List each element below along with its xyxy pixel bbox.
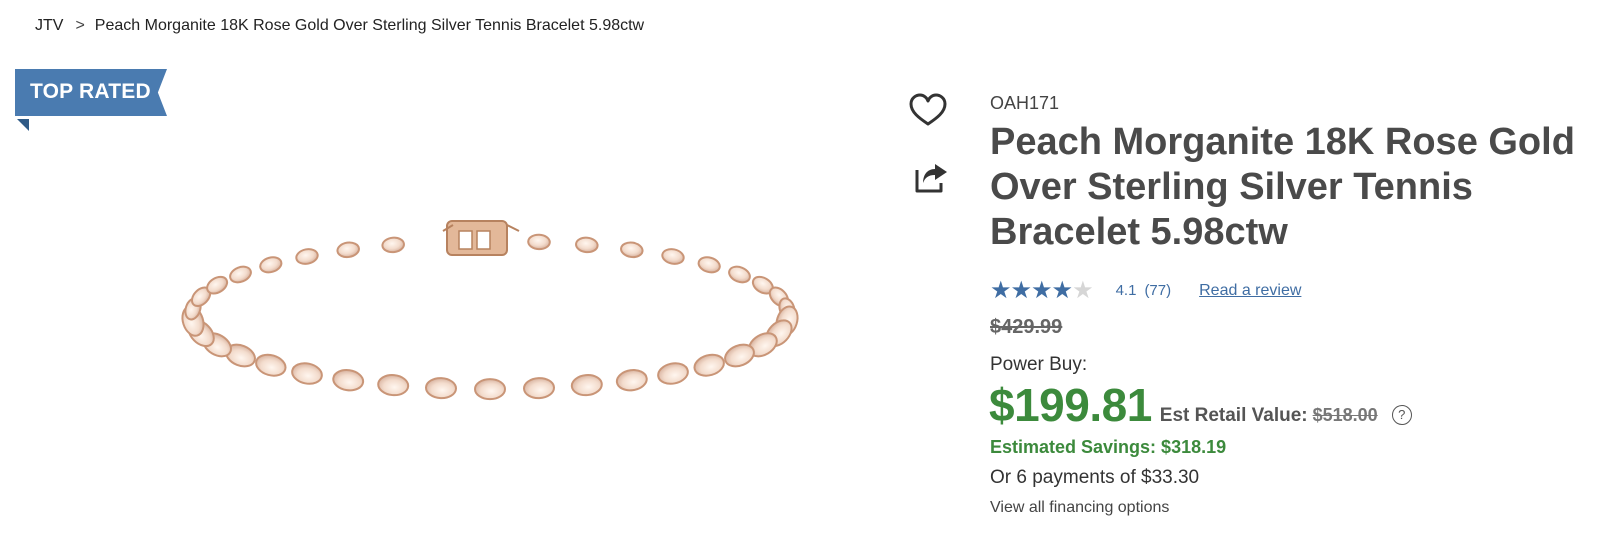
rating-row: ★ ★ ★ ★ ★ 4.1 (77) Read a review <box>990 276 1301 305</box>
est-retail-label: Est Retail Value: <box>1159 405 1308 426</box>
product-image[interactable] <box>175 215 805 405</box>
bracelet-gem <box>336 241 360 259</box>
bracelet-clasp <box>442 220 520 256</box>
bracelet-gem <box>255 353 287 377</box>
rating-stars: ★ ★ ★ ★ ★ <box>990 276 1094 305</box>
star-empty-icon: ★ <box>1072 277 1093 304</box>
view-financing-link[interactable]: View all financing options <box>990 499 1169 517</box>
bracelet-gem <box>425 377 457 400</box>
rating-count[interactable]: (77) <box>1144 282 1171 299</box>
bracelet-gem <box>377 374 410 397</box>
bracelet-gem <box>229 265 252 284</box>
bracelet-gem <box>697 256 721 274</box>
breadcrumb-home-link[interactable]: JTV <box>35 17 63 34</box>
top-rated-badge-label: TOP RATED <box>30 80 151 103</box>
star-filled-icon: ★ <box>990 277 1011 304</box>
bracelet-gem <box>474 378 506 401</box>
product-title: Peach Morganite 18K Rose Gold Over Sterl… <box>990 121 1575 253</box>
price-row: $199.81 Est Retail Value: $518.00 ? <box>989 378 1412 432</box>
read-review-link[interactable]: Read a review <box>1199 282 1301 300</box>
payment-plan: Or 6 payments of $33.30 <box>990 467 1200 488</box>
breadcrumb: JTV > Peach Morganite 18K Rose Gold Over S… <box>35 17 644 35</box>
bracelet-gem <box>728 265 751 284</box>
breadcrumb-separator: > <box>75 17 85 34</box>
bracelet-gem <box>291 362 323 385</box>
bracelet-gem <box>381 236 405 254</box>
badge-fold <box>17 119 29 131</box>
top-rated-badge: TOP RATED <box>15 69 167 116</box>
heart-icon[interactable] <box>909 93 947 127</box>
star-filled-icon: ★ <box>1051 277 1073 304</box>
estimated-savings: Estimated Savings: $318.19 <box>990 437 1227 457</box>
bracelet-gem <box>332 369 365 392</box>
rating-value: 4.1 <box>1115 282 1137 299</box>
bracelet-gem <box>657 362 689 385</box>
bracelet-gem <box>615 369 648 392</box>
bracelet-gem <box>527 233 551 251</box>
bracelet-gem <box>570 374 603 397</box>
bracelet-gem <box>693 353 725 377</box>
bracelet-gem <box>523 377 555 400</box>
current-price: $199.81 <box>989 379 1152 431</box>
est-retail-value: $518.00 <box>1312 405 1378 425</box>
bracelet-gem <box>661 248 685 265</box>
product-sku: OAH171 <box>990 93 1060 113</box>
bracelet-gem <box>575 236 599 254</box>
bracelet-gem <box>295 248 319 265</box>
bracelet-gem <box>259 256 283 274</box>
power-buy-label: Power Buy: <box>990 354 1088 375</box>
breadcrumb-current: Peach Morganite 18K Rose Gold Over Sterl… <box>94 17 645 34</box>
question-circle-icon[interactable]: ? <box>1391 404 1412 425</box>
star-filled-icon: ★ <box>1010 277 1032 304</box>
bracelet-gem <box>620 241 644 259</box>
bracelet-links <box>181 233 799 401</box>
share-icon[interactable] <box>913 160 951 194</box>
original-price: $429.99 <box>990 316 1063 338</box>
star-filled-icon: ★ <box>1031 277 1052 304</box>
